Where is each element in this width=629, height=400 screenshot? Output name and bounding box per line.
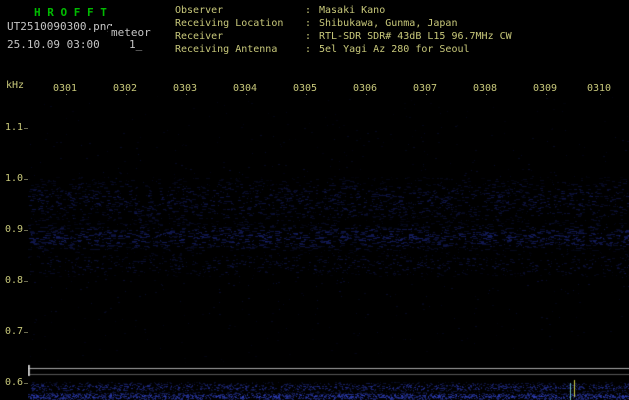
y-tick-label: 0.9 xyxy=(4,224,23,235)
x-tick-label: 0307 xyxy=(413,83,438,94)
app-title: H R O F F T xyxy=(34,6,107,19)
x-tick-label: 0305 xyxy=(293,83,318,94)
hrofft-screen: H R O F F T UT2510090300.png meteor 25.1… xyxy=(0,0,629,400)
info-colon: : xyxy=(305,5,312,16)
x-tick-label: 0304 xyxy=(233,83,258,94)
y-tick-label: 0.8 xyxy=(4,275,23,286)
info-label: Observer xyxy=(175,5,224,16)
y-tick-label: 1.1 xyxy=(4,122,23,133)
info-value: Masaki Kano xyxy=(319,5,386,16)
y-axis: 1.1 1.0 0.9 0.8 0.7 0.6 xyxy=(0,0,28,400)
x-tick-label: 0309 xyxy=(533,83,558,94)
spectrogram-canvas xyxy=(28,95,629,400)
y-tick-label: 0.7 xyxy=(4,326,23,337)
x-tick-label: 0308 xyxy=(473,83,498,94)
info-colon: : xyxy=(305,31,312,42)
observation-info: Observer: Masaki Kano Receiving Location: S… xyxy=(175,5,512,57)
x-tick-label: 0310 xyxy=(587,83,612,94)
info-value: 5el Yagi Az 280 for Seoul xyxy=(319,44,470,55)
y-tick-label: 1.0 xyxy=(4,173,23,184)
x-tick-label: 0301 xyxy=(53,83,78,94)
info-label: Receiving Antenna xyxy=(175,44,278,55)
x-tick-label: 0302 xyxy=(113,83,138,94)
x-tick-label: 0306 xyxy=(353,83,378,94)
info-value: Shibukawa, Gunma, Japan xyxy=(319,18,458,29)
info-label: Receiver xyxy=(175,31,224,42)
info-value: RTL-SDR SDR# 43dB L15 96.7MHz CW xyxy=(319,31,512,42)
info-colon: : xyxy=(305,18,312,29)
info-label: Receiving Location xyxy=(175,18,284,29)
info-colon: : xyxy=(305,44,312,55)
page-counter: 1_ xyxy=(129,38,143,51)
x-tick-label: 0303 xyxy=(173,83,198,94)
y-tick-label: 0.6 xyxy=(4,377,23,388)
